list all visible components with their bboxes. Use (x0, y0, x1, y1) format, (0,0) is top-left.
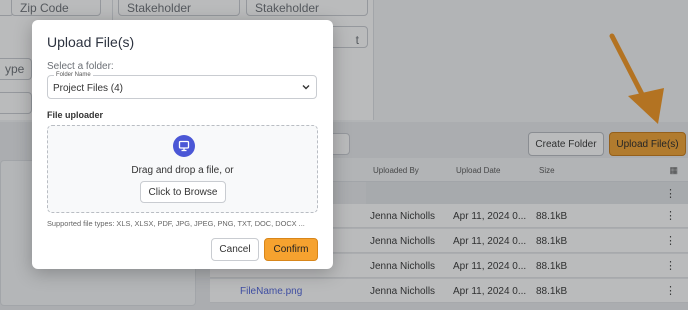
supported-file-types: Supported file types: XLS, XLSX, PDF, JP… (47, 219, 305, 228)
drop-instructions: Drag and drop a file, or (131, 165, 234, 176)
cancel-button[interactable]: Cancel (211, 238, 259, 261)
file-dropzone[interactable]: Drag and drop a file, or Click to Browse (47, 125, 318, 213)
chevron-down-icon (302, 85, 310, 90)
monitor-icon (173, 135, 195, 157)
dialog-title: Upload File(s) (47, 34, 135, 50)
upload-files-dialog: Upload File(s) Select a folder: Folder N… (32, 20, 333, 269)
folder-select[interactable]: Folder Name Project Files (4) (47, 72, 317, 99)
folder-name-label: Folder Name (54, 72, 93, 79)
select-folder-label: Select a folder: (47, 61, 114, 72)
file-uploader-label: File uploader (47, 110, 104, 120)
confirm-button[interactable]: Confirm (264, 238, 318, 261)
browse-button[interactable]: Click to Browse (140, 181, 226, 203)
folder-select-value: Project Files (4) (53, 83, 124, 94)
